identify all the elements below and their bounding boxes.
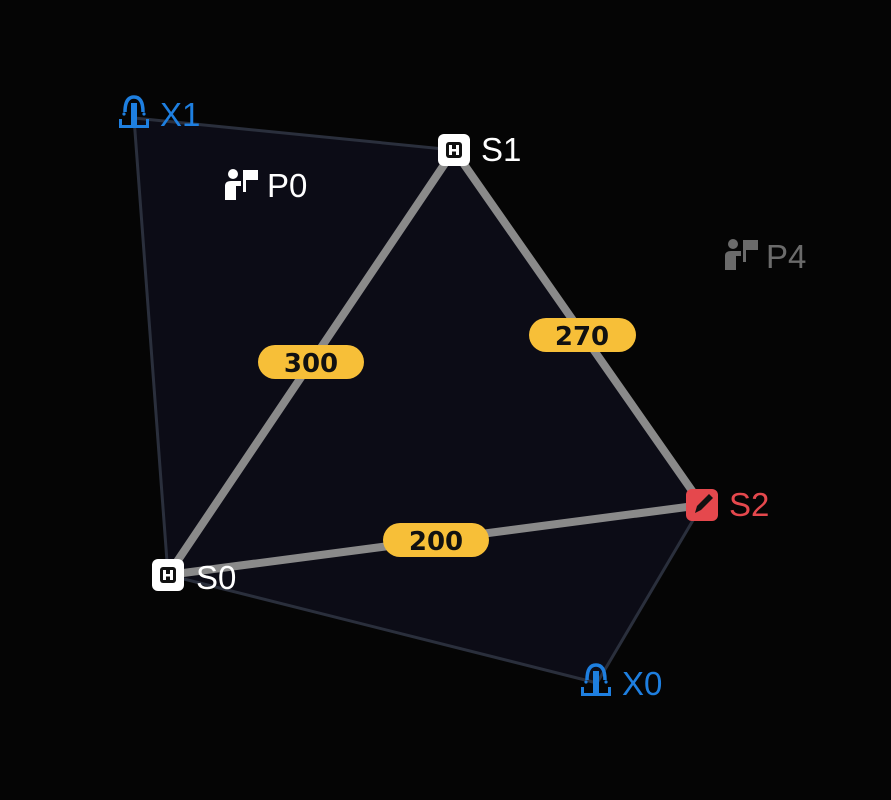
node-label: S2 [729, 486, 769, 523]
station-icon [438, 134, 470, 166]
node-label: X0 [622, 665, 662, 702]
station-icon [152, 559, 184, 591]
person-sign-icon [725, 239, 758, 270]
node-s2[interactable]: S2 [686, 486, 769, 523]
network-diagram: 300 270 200 X1 S1 P0 P4 S2 S0 X0 [119, 95, 806, 702]
pencil-icon [686, 489, 718, 521]
node-x1[interactable]: X1 [119, 95, 200, 133]
node-label: P0 [267, 167, 307, 204]
node-label: S1 [481, 131, 521, 168]
svg-text:200: 200 [409, 527, 463, 557]
node-label: S0 [196, 559, 236, 596]
svg-text:300: 300 [284, 349, 338, 379]
edge-weight-s1-s2[interactable]: 270 [529, 318, 636, 352]
node-label: P4 [766, 238, 806, 275]
node-p4[interactable]: P4 [725, 238, 806, 275]
edge-weight-s0-s1[interactable]: 300 [258, 345, 364, 379]
edge-weight-s0-s2[interactable]: 200 [383, 523, 489, 557]
node-s1[interactable]: S1 [438, 131, 521, 168]
svg-text:270: 270 [555, 322, 609, 352]
node-label: X1 [160, 96, 200, 133]
